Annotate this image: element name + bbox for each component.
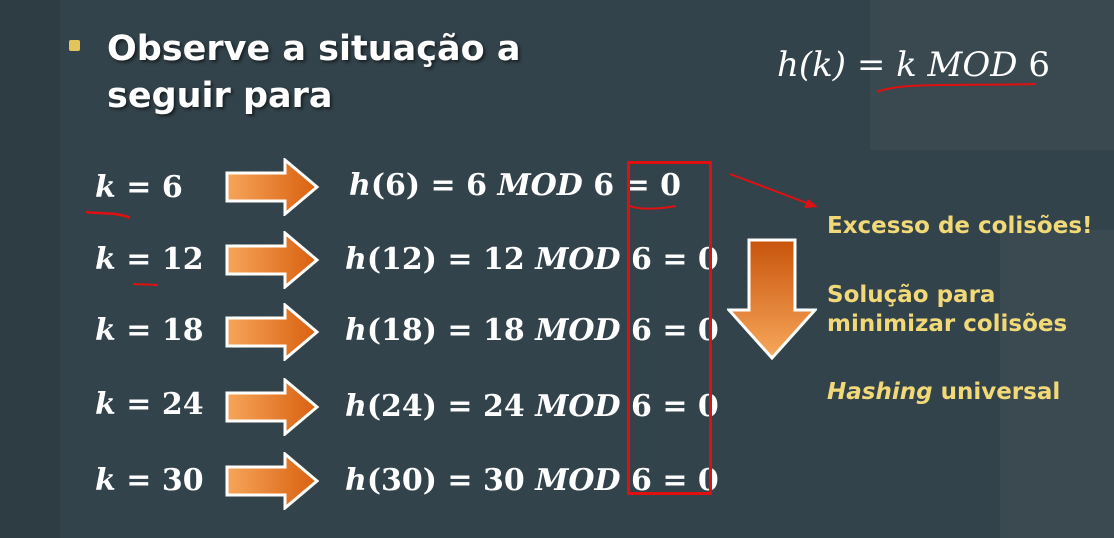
underline-equals-annotation xyxy=(132,283,159,286)
pointer-line-annotation xyxy=(729,173,813,206)
red-ink-annotations xyxy=(85,83,1037,286)
underline-k-annotation xyxy=(85,210,131,220)
pointer-arrowhead-icon xyxy=(804,199,818,208)
underline-mod-annotation xyxy=(876,83,1037,93)
underline-zero-annotation xyxy=(629,205,677,210)
